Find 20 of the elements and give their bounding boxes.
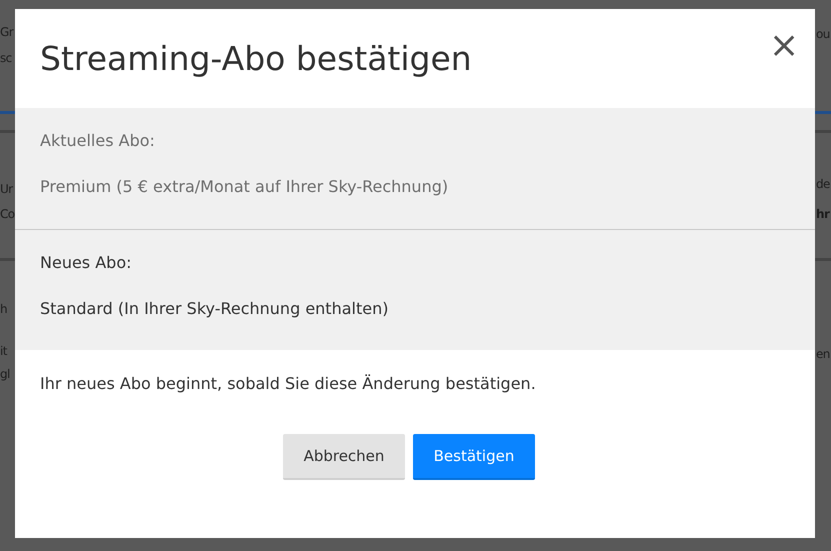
background-text: Co: [0, 208, 15, 220]
modal-title: Streaming-Abo bestätigen: [40, 39, 472, 79]
background-text: sc: [0, 52, 12, 64]
background-text: en: [816, 348, 830, 360]
background-text: hr: [816, 208, 830, 220]
new-plan-value: Standard (In Ihrer Sky-Rechnung enthalten): [40, 298, 390, 320]
current-plan-value: Premium (5 € extra/Monat auf Ihrer Sky-Rechnung): [40, 176, 450, 198]
confirmation-note: Ihr neues Abo beginnt, sobald Sie diese Änderung bestätigen.: [39, 373, 537, 395]
confirm-button[interactable]: Bestätigen: [413, 434, 535, 480]
background-text: h: [0, 303, 8, 315]
background-text: ou: [816, 28, 830, 40]
background-text: gl: [0, 368, 10, 380]
background-text: de: [816, 178, 830, 190]
new-plan-label: Neues Abo:: [40, 252, 132, 274]
cancel-button[interactable]: Abbrechen: [283, 434, 405, 480]
background-text: it: [0, 345, 7, 357]
current-plan-label: Aktuelles Abo:: [40, 130, 156, 152]
background-text: Gr: [0, 26, 14, 38]
close-button[interactable]: ×: [769, 31, 797, 61]
background-text: Ur: [0, 183, 13, 195]
